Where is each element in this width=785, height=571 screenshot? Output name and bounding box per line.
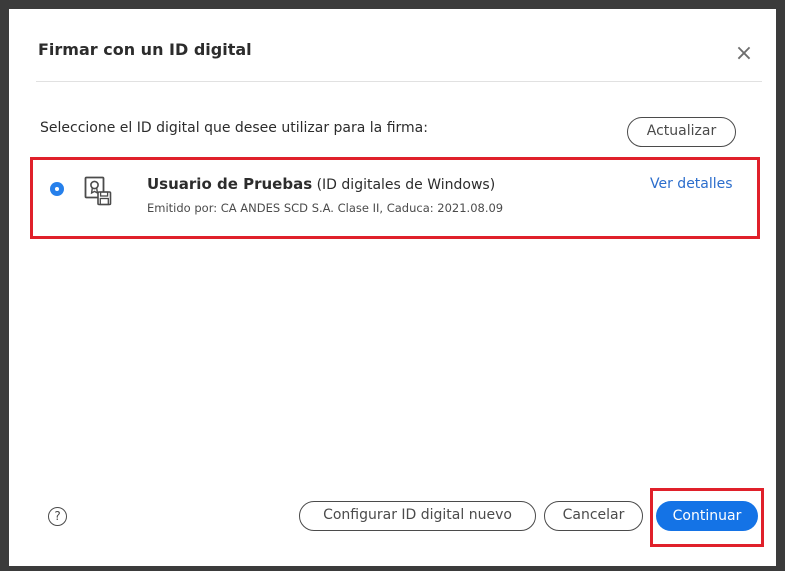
continue-button[interactable]: Continuar bbox=[656, 501, 758, 531]
dialog-title: Firmar con un ID digital bbox=[38, 40, 252, 59]
refresh-button[interactable]: Actualizar bbox=[627, 117, 736, 147]
title-divider bbox=[36, 81, 762, 82]
digital-id-issuer: Emitido por: CA ANDES SCD S.A. Clase II,… bbox=[147, 201, 504, 215]
help-icon[interactable]: ? bbox=[48, 507, 67, 526]
close-icon[interactable]: × bbox=[734, 43, 754, 65]
window-edge-right bbox=[776, 0, 785, 571]
cancel-button[interactable]: Cancelar bbox=[544, 501, 643, 531]
digital-id-type: (ID digitales de Windows) bbox=[316, 177, 496, 193]
digital-id-radio[interactable] bbox=[50, 182, 64, 196]
view-details-link[interactable]: Ver detalles bbox=[650, 176, 733, 192]
window-edge-left bbox=[0, 0, 9, 571]
configure-new-id-button[interactable]: Configurar ID digital nuevo bbox=[299, 501, 536, 531]
certificate-icon bbox=[84, 176, 112, 206]
sign-dialog bbox=[9, 9, 776, 566]
digital-id-title: Usuario de Pruebas (ID digitales de Wind… bbox=[147, 175, 495, 193]
instruction-text: Seleccione el ID digital que desee utili… bbox=[40, 120, 428, 136]
digital-id-name: Usuario de Pruebas bbox=[147, 175, 313, 193]
window-edge-top bbox=[0, 0, 785, 9]
window-edge-bottom bbox=[0, 566, 785, 571]
digital-id-row[interactable] bbox=[30, 157, 760, 239]
